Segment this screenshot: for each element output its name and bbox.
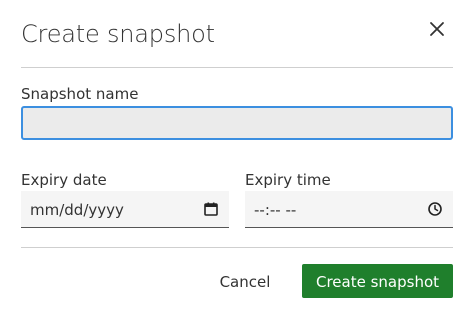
expiry-date-input[interactable]: mm/dd/yyyy [21, 191, 229, 228]
calendar-icon[interactable] [203, 201, 219, 217]
footer-divider [21, 247, 453, 248]
expiry-time-label: Expiry time [245, 171, 331, 189]
expiry-date-value: mm/dd/yyyy [30, 201, 124, 219]
cancel-button[interactable]: Cancel [208, 264, 282, 298]
clock-icon[interactable] [427, 201, 443, 217]
expiry-date-label: Expiry date [21, 171, 107, 189]
create-snapshot-dialog: Create snapshot Snapshot name Expiry dat… [0, 0, 474, 315]
close-icon [427, 19, 447, 39]
create-snapshot-button[interactable]: Create snapshot [302, 264, 453, 298]
snapshot-name-label: Snapshot name [21, 85, 139, 103]
dialog-title: Create snapshot [21, 20, 215, 48]
expiry-time-input[interactable]: --:-- -- [245, 191, 453, 228]
snapshot-name-input[interactable] [21, 106, 453, 140]
close-button[interactable] [427, 19, 447, 39]
expiry-time-value: --:-- -- [254, 201, 297, 219]
header-divider [21, 67, 453, 68]
